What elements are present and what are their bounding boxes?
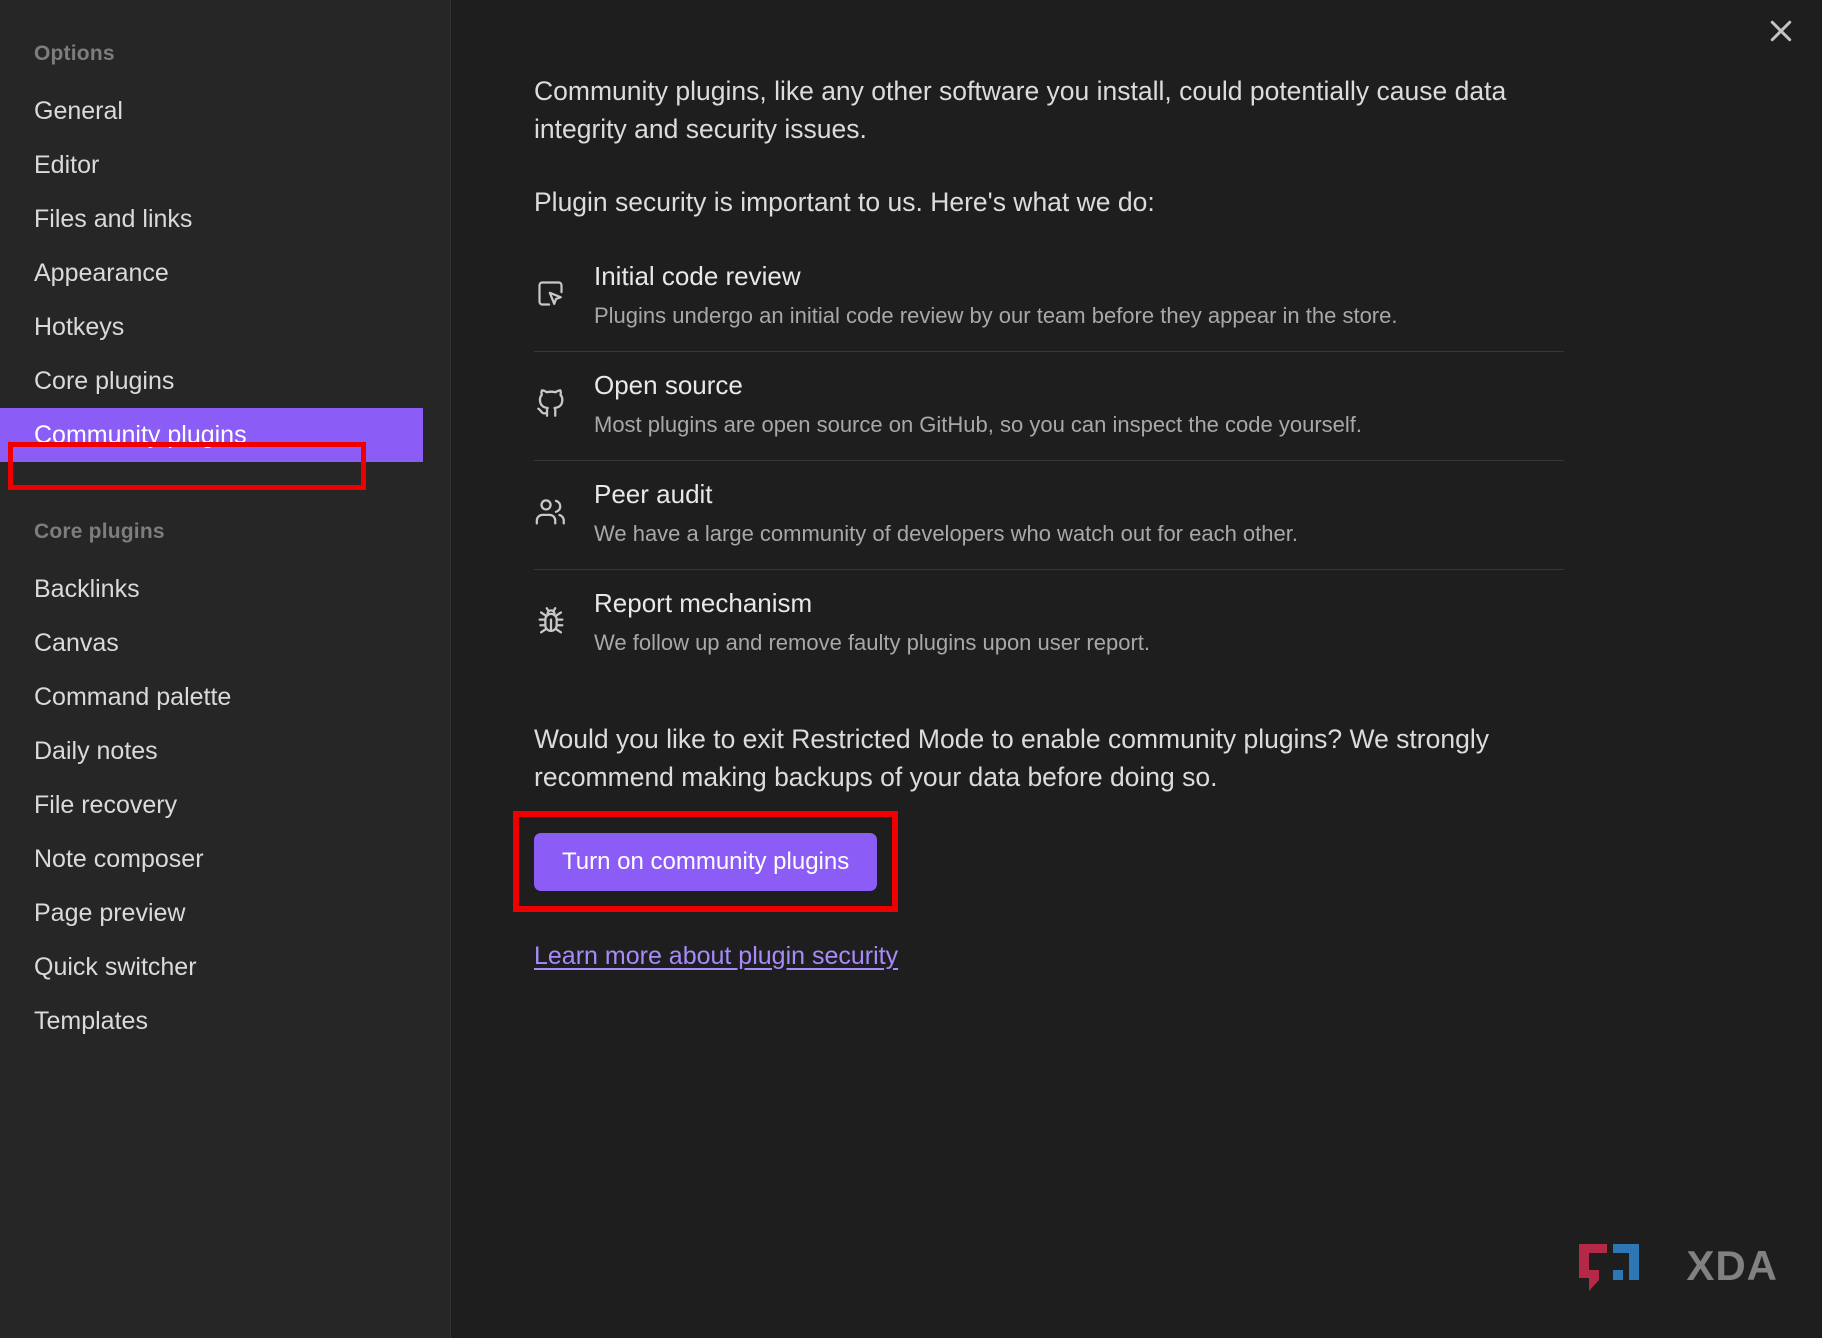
feature-title: Report mechanism bbox=[594, 588, 1564, 619]
sidebar-section-options-header: Options bbox=[0, 42, 451, 66]
feature-title: Open source bbox=[594, 370, 1564, 401]
feature-title: Initial code review bbox=[594, 261, 1564, 292]
github-icon bbox=[534, 370, 594, 420]
feature-row: Report mechanism We follow up and remove… bbox=[534, 570, 1564, 678]
feature-body: Peer audit We have a large community of … bbox=[594, 479, 1564, 549]
feature-description: Most plugins are open source on GitHub, … bbox=[594, 410, 1564, 440]
feature-description: We follow up and remove faulty plugins u… bbox=[594, 628, 1564, 658]
learn-more-link[interactable]: Learn more about plugin security bbox=[534, 942, 898, 971]
turn-on-community-plugins-wrapper: Turn on community plugins bbox=[534, 833, 877, 891]
restricted-mode-question: Would you like to exit Restricted Mode t… bbox=[534, 720, 1534, 797]
community-plugins-content: Community plugins, like any other softwa… bbox=[451, 0, 1611, 971]
sidebar-item-backlinks[interactable]: Backlinks bbox=[0, 562, 451, 616]
sidebar-item-quick-switcher[interactable]: Quick switcher bbox=[0, 940, 451, 994]
feature-title: Peer audit bbox=[594, 479, 1564, 510]
close-icon[interactable] bbox=[1760, 10, 1802, 52]
bug-icon bbox=[534, 588, 594, 638]
sidebar-item-daily-notes[interactable]: Daily notes bbox=[0, 724, 451, 778]
sidebar-item-templates[interactable]: Templates bbox=[0, 994, 451, 1048]
sidebar-item-file-recovery[interactable]: File recovery bbox=[0, 778, 451, 832]
feature-description: We have a large community of developers … bbox=[594, 519, 1564, 549]
xda-watermark-text: XDA bbox=[1686, 1242, 1778, 1290]
feature-body: Report mechanism We follow up and remove… bbox=[594, 588, 1564, 658]
intro-paragraph: Community plugins, like any other softwa… bbox=[534, 72, 1534, 149]
security-lead-paragraph: Plugin security is important to us. Here… bbox=[534, 183, 1534, 221]
feature-description: Plugins undergo an initial code review b… bbox=[594, 301, 1564, 331]
sidebar-item-core-plugins[interactable]: Core plugins bbox=[0, 354, 451, 408]
feature-row: Open source Most plugins are open source… bbox=[534, 352, 1564, 461]
sidebar-item-canvas[interactable]: Canvas bbox=[0, 616, 451, 670]
sidebar-item-community-plugins[interactable]: Community plugins bbox=[0, 408, 423, 462]
feature-row: Peer audit We have a large community of … bbox=[534, 461, 1564, 570]
xda-logo-icon bbox=[1577, 1240, 1673, 1292]
security-feature-list: Initial code review Plugins undergo an i… bbox=[534, 243, 1564, 678]
sidebar-item-note-composer[interactable]: Note composer bbox=[0, 832, 451, 886]
settings-main-panel: Community plugins, like any other softwa… bbox=[451, 0, 1822, 1338]
settings-sidebar: Options General Editor Files and links A… bbox=[0, 0, 451, 1338]
settings-window: Options General Editor Files and links A… bbox=[0, 0, 1822, 1338]
sidebar-item-appearance[interactable]: Appearance bbox=[0, 246, 451, 300]
sidebar-item-hotkeys[interactable]: Hotkeys bbox=[0, 300, 451, 354]
sidebar-group-spacer bbox=[0, 462, 451, 520]
cursor-in-box-icon bbox=[534, 261, 594, 310]
sidebar-item-general[interactable]: General bbox=[0, 84, 451, 138]
feature-body: Initial code review Plugins undergo an i… bbox=[594, 261, 1564, 331]
users-icon bbox=[534, 479, 594, 529]
sidebar-section-core-plugins-header: Core plugins bbox=[0, 520, 451, 544]
feature-body: Open source Most plugins are open source… bbox=[594, 370, 1564, 440]
sidebar-item-command-palette[interactable]: Command palette bbox=[0, 670, 451, 724]
xda-watermark: XDA bbox=[1577, 1240, 1778, 1292]
sidebar-item-editor[interactable]: Editor bbox=[0, 138, 451, 192]
sidebar-item-page-preview[interactable]: Page preview bbox=[0, 886, 451, 940]
turn-on-community-plugins-button[interactable]: Turn on community plugins bbox=[534, 833, 877, 891]
feature-row: Initial code review Plugins undergo an i… bbox=[534, 243, 1564, 352]
sidebar-item-files-and-links[interactable]: Files and links bbox=[0, 192, 451, 246]
